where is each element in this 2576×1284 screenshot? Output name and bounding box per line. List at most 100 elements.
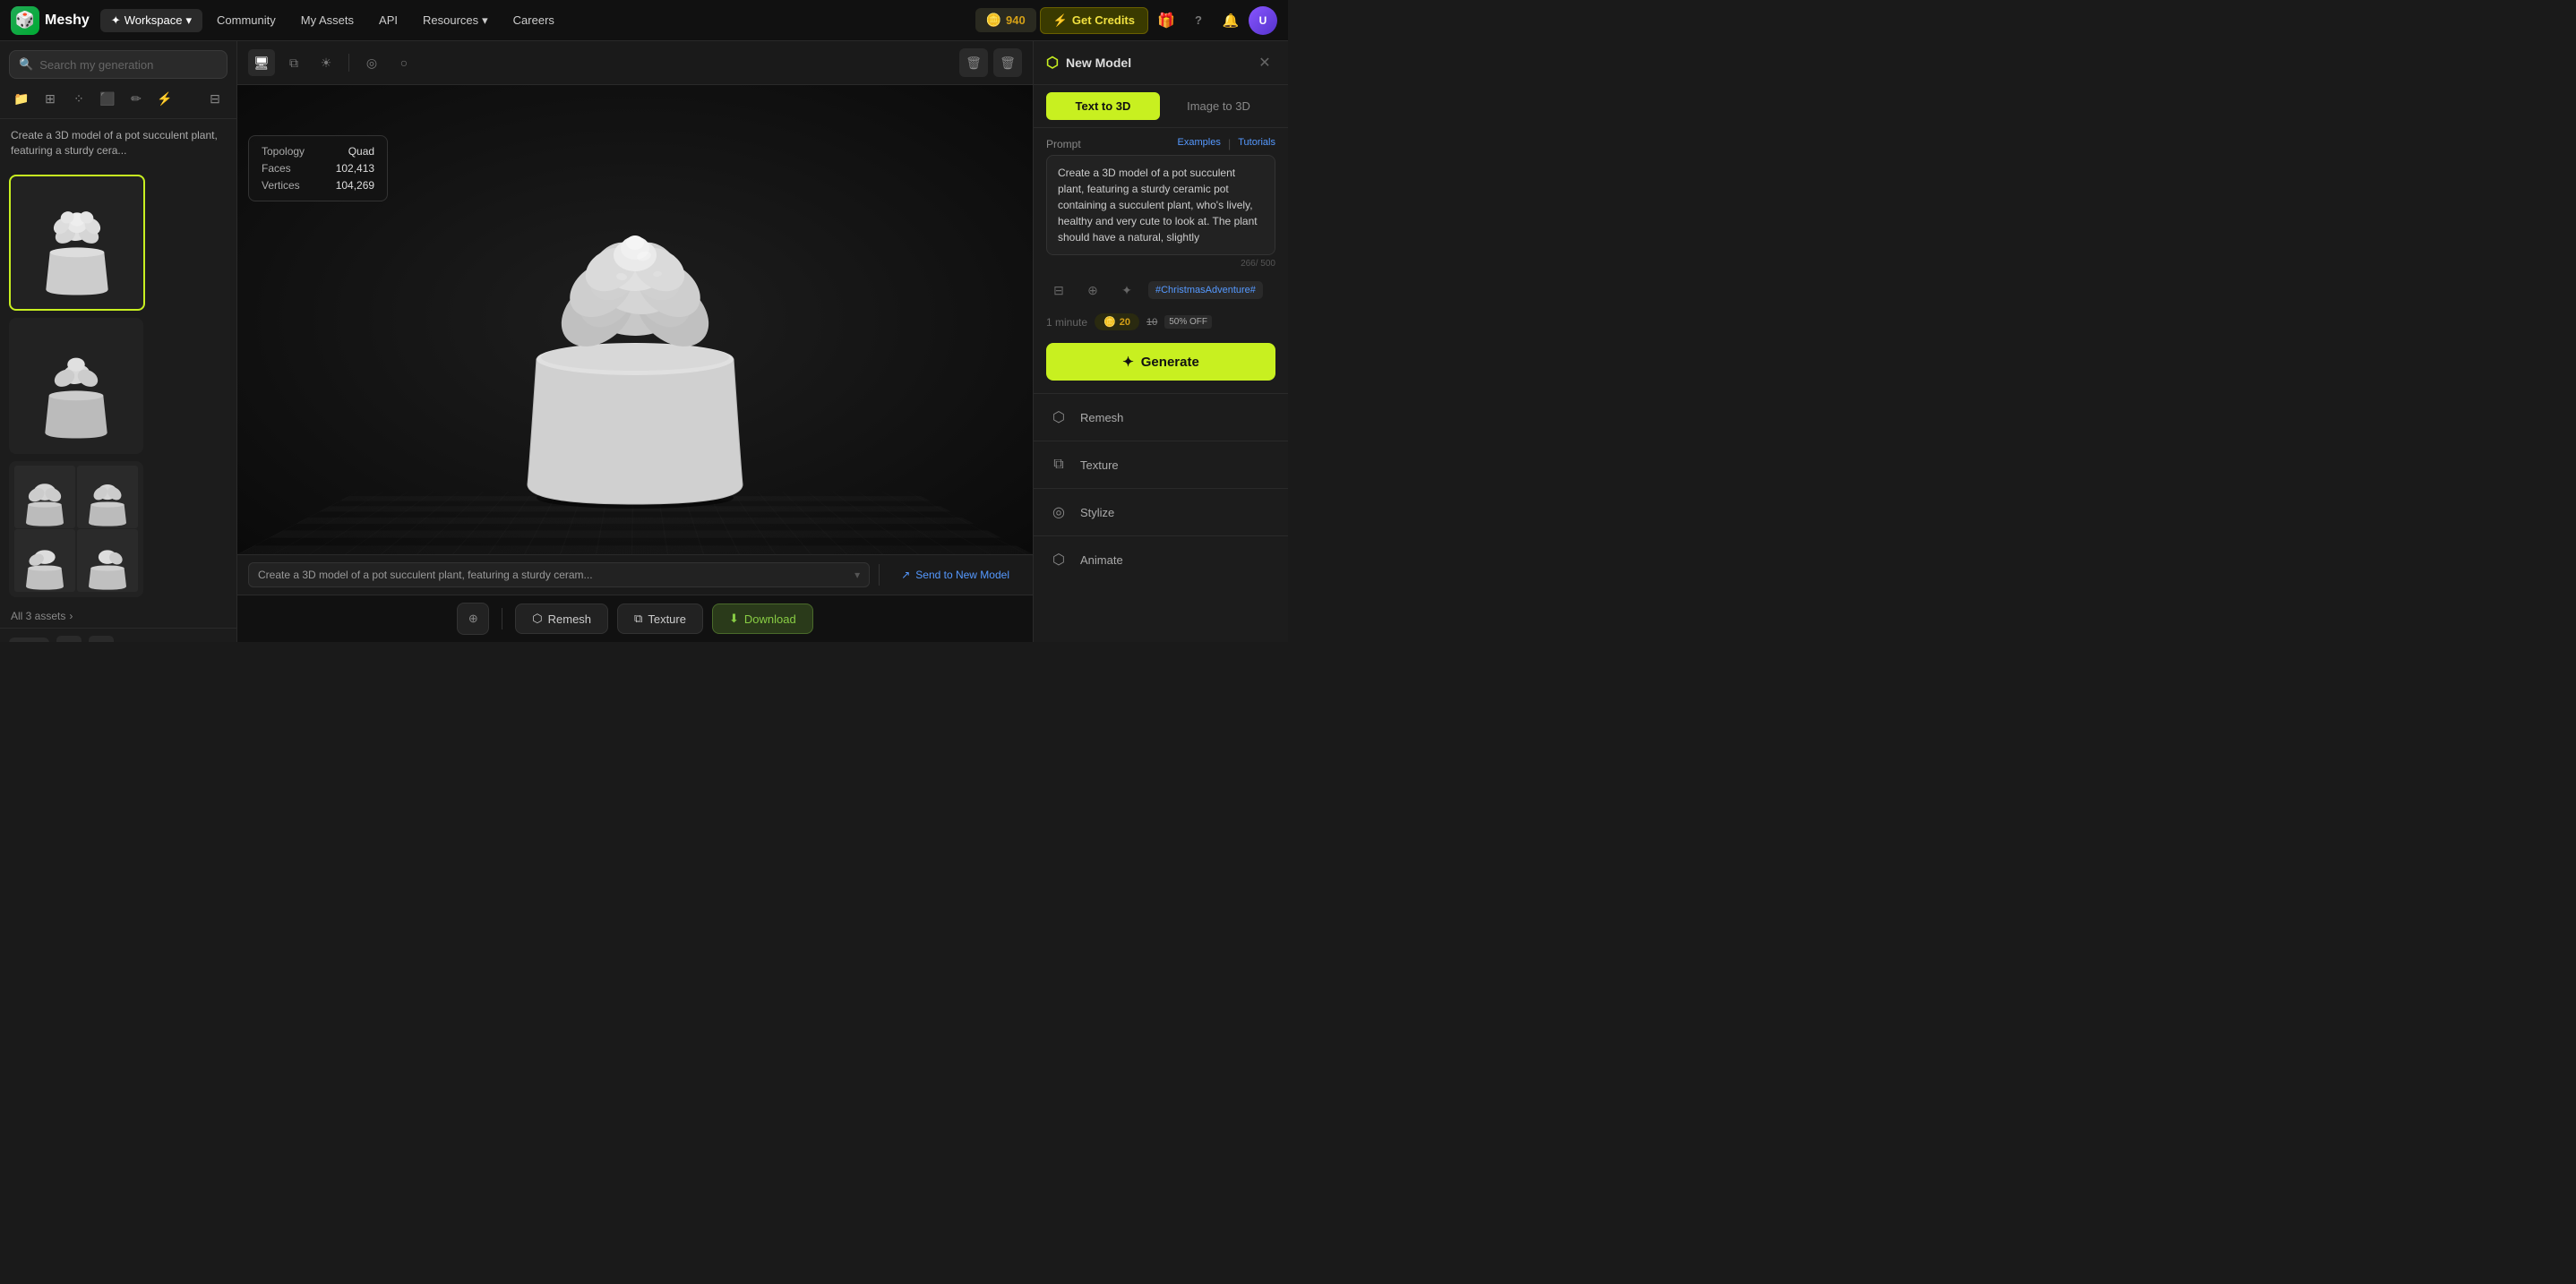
quad-thumb-2 — [77, 466, 138, 528]
section-links: Examples | Tutorials — [1178, 137, 1275, 150]
view-mode-2-button[interactable]: ○ — [391, 49, 417, 76]
pagination: 1/1 ‹ › — [0, 628, 236, 642]
cost-badge: 🪙 20 — [1095, 313, 1139, 330]
prompt-preview[interactable]: Create a 3D model of a pot succulent pla… — [0, 119, 236, 167]
view-mode-1-button[interactable]: ◎ — [358, 49, 385, 76]
prompt-section-header: Prompt Examples | Tutorials — [1034, 128, 1288, 155]
trash-icon: 🗑 — [966, 56, 982, 71]
prompt-action-icon-2[interactable]: ⊕ — [1080, 278, 1105, 303]
credits-button[interactable]: 🪙 940 — [975, 8, 1036, 32]
help-button[interactable]: ? — [1184, 6, 1213, 35]
center-panel: 🖥 ⧉ ☀ ◎ ○ 🗑 🗑 — [237, 41, 1033, 642]
avatar[interactable]: U — [1249, 6, 1277, 35]
nav-careers[interactable]: Careers — [502, 9, 565, 31]
send-to-new-model-button[interactable]: ↗ Send to New Model — [889, 562, 1022, 587]
hashtag-badge[interactable]: #ChristmasAdventure# — [1148, 281, 1263, 299]
search-input[interactable] — [39, 58, 218, 72]
close-button[interactable]: ✕ — [1254, 52, 1275, 73]
nav-api[interactable]: API — [368, 9, 408, 31]
circle-dot-icon: ◎ — [366, 56, 377, 71]
remesh-button[interactable]: ⬡ Remesh — [515, 603, 608, 634]
left-panel: 🔍 📁 ⊞ ⁘ ⬛ ✏ ⚡ ⊟ Create a 3D model of a p… — [0, 41, 237, 642]
dots-grid-icon[interactable]: ⁘ — [66, 86, 91, 111]
delete-button-1[interactable]: 🗑 — [959, 48, 988, 77]
tutorials-link[interactable]: Tutorials — [1238, 137, 1275, 150]
mode-tabs: Text to 3D Image to 3D — [1034, 85, 1288, 128]
view-light-button[interactable]: ☀ — [313, 49, 339, 76]
texture-icon: ⧉ — [289, 56, 298, 71]
tab-text-to-3d[interactable]: Text to 3D — [1046, 92, 1160, 120]
prompt-textarea[interactable]: Create a 3D model of a pot succulent pla… — [1046, 155, 1275, 255]
view-texture-button[interactable]: ⧉ — [280, 49, 307, 76]
grid-icon[interactable]: ⊞ — [38, 86, 63, 111]
plant-3d-svg — [465, 126, 805, 511]
delete-button-2[interactable]: 🗑 — [993, 48, 1022, 77]
remesh-icon: ⬡ — [532, 612, 542, 626]
notifications-button[interactable]: 🔔 — [1216, 6, 1245, 35]
all-assets-link[interactable]: All 3 assets › — [0, 604, 236, 628]
texture-button[interactable]: ⧉ Texture — [617, 603, 703, 634]
chevron-left-icon: ‹ — [66, 641, 71, 642]
nav-community[interactable]: Community — [206, 9, 287, 31]
share-button[interactable]: ⊕ — [457, 603, 489, 635]
asset-card-1[interactable] — [9, 175, 145, 311]
link-divider: | — [1228, 137, 1231, 150]
generate-button[interactable]: ✦ Generate — [1046, 343, 1275, 381]
prompt-action-icon-3[interactable]: ✦ — [1114, 278, 1139, 303]
quad-thumb-1 — [14, 466, 75, 528]
stylize-tool-icon: ◎ — [1046, 500, 1071, 525]
prompt-selector[interactable]: Create a 3D model of a pot succulent pla… — [248, 562, 870, 587]
topology-stat: Topology Quad — [262, 145, 374, 158]
coin-icon: 🪙 — [986, 13, 1001, 28]
asset-card-2[interactable] — [9, 318, 143, 454]
time-estimate: 1 minute — [1046, 316, 1087, 329]
logo[interactable]: 🎲 Meshy — [11, 6, 90, 35]
viewport[interactable]: Topology Quad Faces 102,413 Vertices 104… — [237, 85, 1033, 554]
chevron-right-icon: › — [99, 641, 103, 642]
send-icon: ↗ — [901, 569, 910, 581]
nav-workspace[interactable]: ✦ Workspace ▾ — [100, 9, 202, 32]
get-credits-button[interactable]: ⚡ Get Credits — [1040, 7, 1148, 34]
asset-card-3[interactable] — [9, 461, 143, 597]
bar-divider — [879, 564, 880, 586]
animate-tool-icon: ⬡ — [1046, 547, 1071, 572]
chevron-down-icon: ▾ — [482, 13, 488, 28]
prompt-label: Prompt — [1046, 138, 1081, 150]
chevron-down-icon: ▾ — [854, 569, 860, 581]
view-monitor-button[interactable]: 🖥 — [248, 49, 275, 76]
plant-pot-svg-2 — [27, 328, 125, 444]
nav-resources[interactable]: Resources ▾ — [412, 9, 499, 32]
quad-svg-4 — [78, 529, 137, 592]
lightning-icon: ⚡ — [1053, 13, 1068, 28]
question-icon: ? — [1195, 13, 1202, 27]
prev-page-button[interactable]: ‹ — [56, 636, 82, 642]
gift-button[interactable]: 🎁 — [1152, 6, 1181, 35]
search-bar[interactable]: 🔍 — [9, 50, 228, 79]
prompt-action-icon-1[interactable]: ⊟ — [1046, 278, 1071, 303]
animate-tool[interactable]: ⬡ Animate — [1034, 535, 1288, 583]
remesh-tool[interactable]: ⬡ Remesh — [1034, 393, 1288, 441]
quad-thumb-4 — [77, 529, 138, 592]
cube-icon[interactable]: ⬛ — [95, 86, 120, 111]
animate-tool-label: Animate — [1080, 553, 1123, 567]
quad-svg-3 — [15, 529, 74, 592]
examples-link[interactable]: Examples — [1178, 137, 1221, 150]
texture-tool-label: Texture — [1080, 458, 1119, 472]
nav-my-assets[interactable]: My Assets — [290, 9, 365, 31]
right-panel-header: ⬡ New Model ✕ — [1034, 41, 1288, 85]
folder-icon[interactable]: 📁 — [9, 86, 34, 111]
download-button[interactable]: ⬇ Download — [712, 603, 813, 634]
chevron-down-icon: ▾ — [186, 13, 193, 28]
share-icon: ⊕ — [468, 612, 478, 626]
next-page-button[interactable]: › — [89, 636, 114, 642]
page-indicator: 1/1 — [9, 638, 49, 642]
faces-stat: Faces 102,413 — [262, 162, 374, 175]
filter-icon[interactable]: ⊟ — [202, 86, 228, 111]
texture-tool[interactable]: ⧉ Texture — [1034, 441, 1288, 488]
tab-image-to-3d[interactable]: Image to 3D — [1162, 92, 1275, 120]
toolbar-divider — [348, 54, 349, 72]
run-icon[interactable]: ⚡ — [152, 86, 177, 111]
stylize-tool[interactable]: ◎ Stylize — [1034, 488, 1288, 535]
brush-icon[interactable]: ✏ — [124, 86, 149, 111]
plant-pot-svg-1 — [28, 184, 126, 301]
